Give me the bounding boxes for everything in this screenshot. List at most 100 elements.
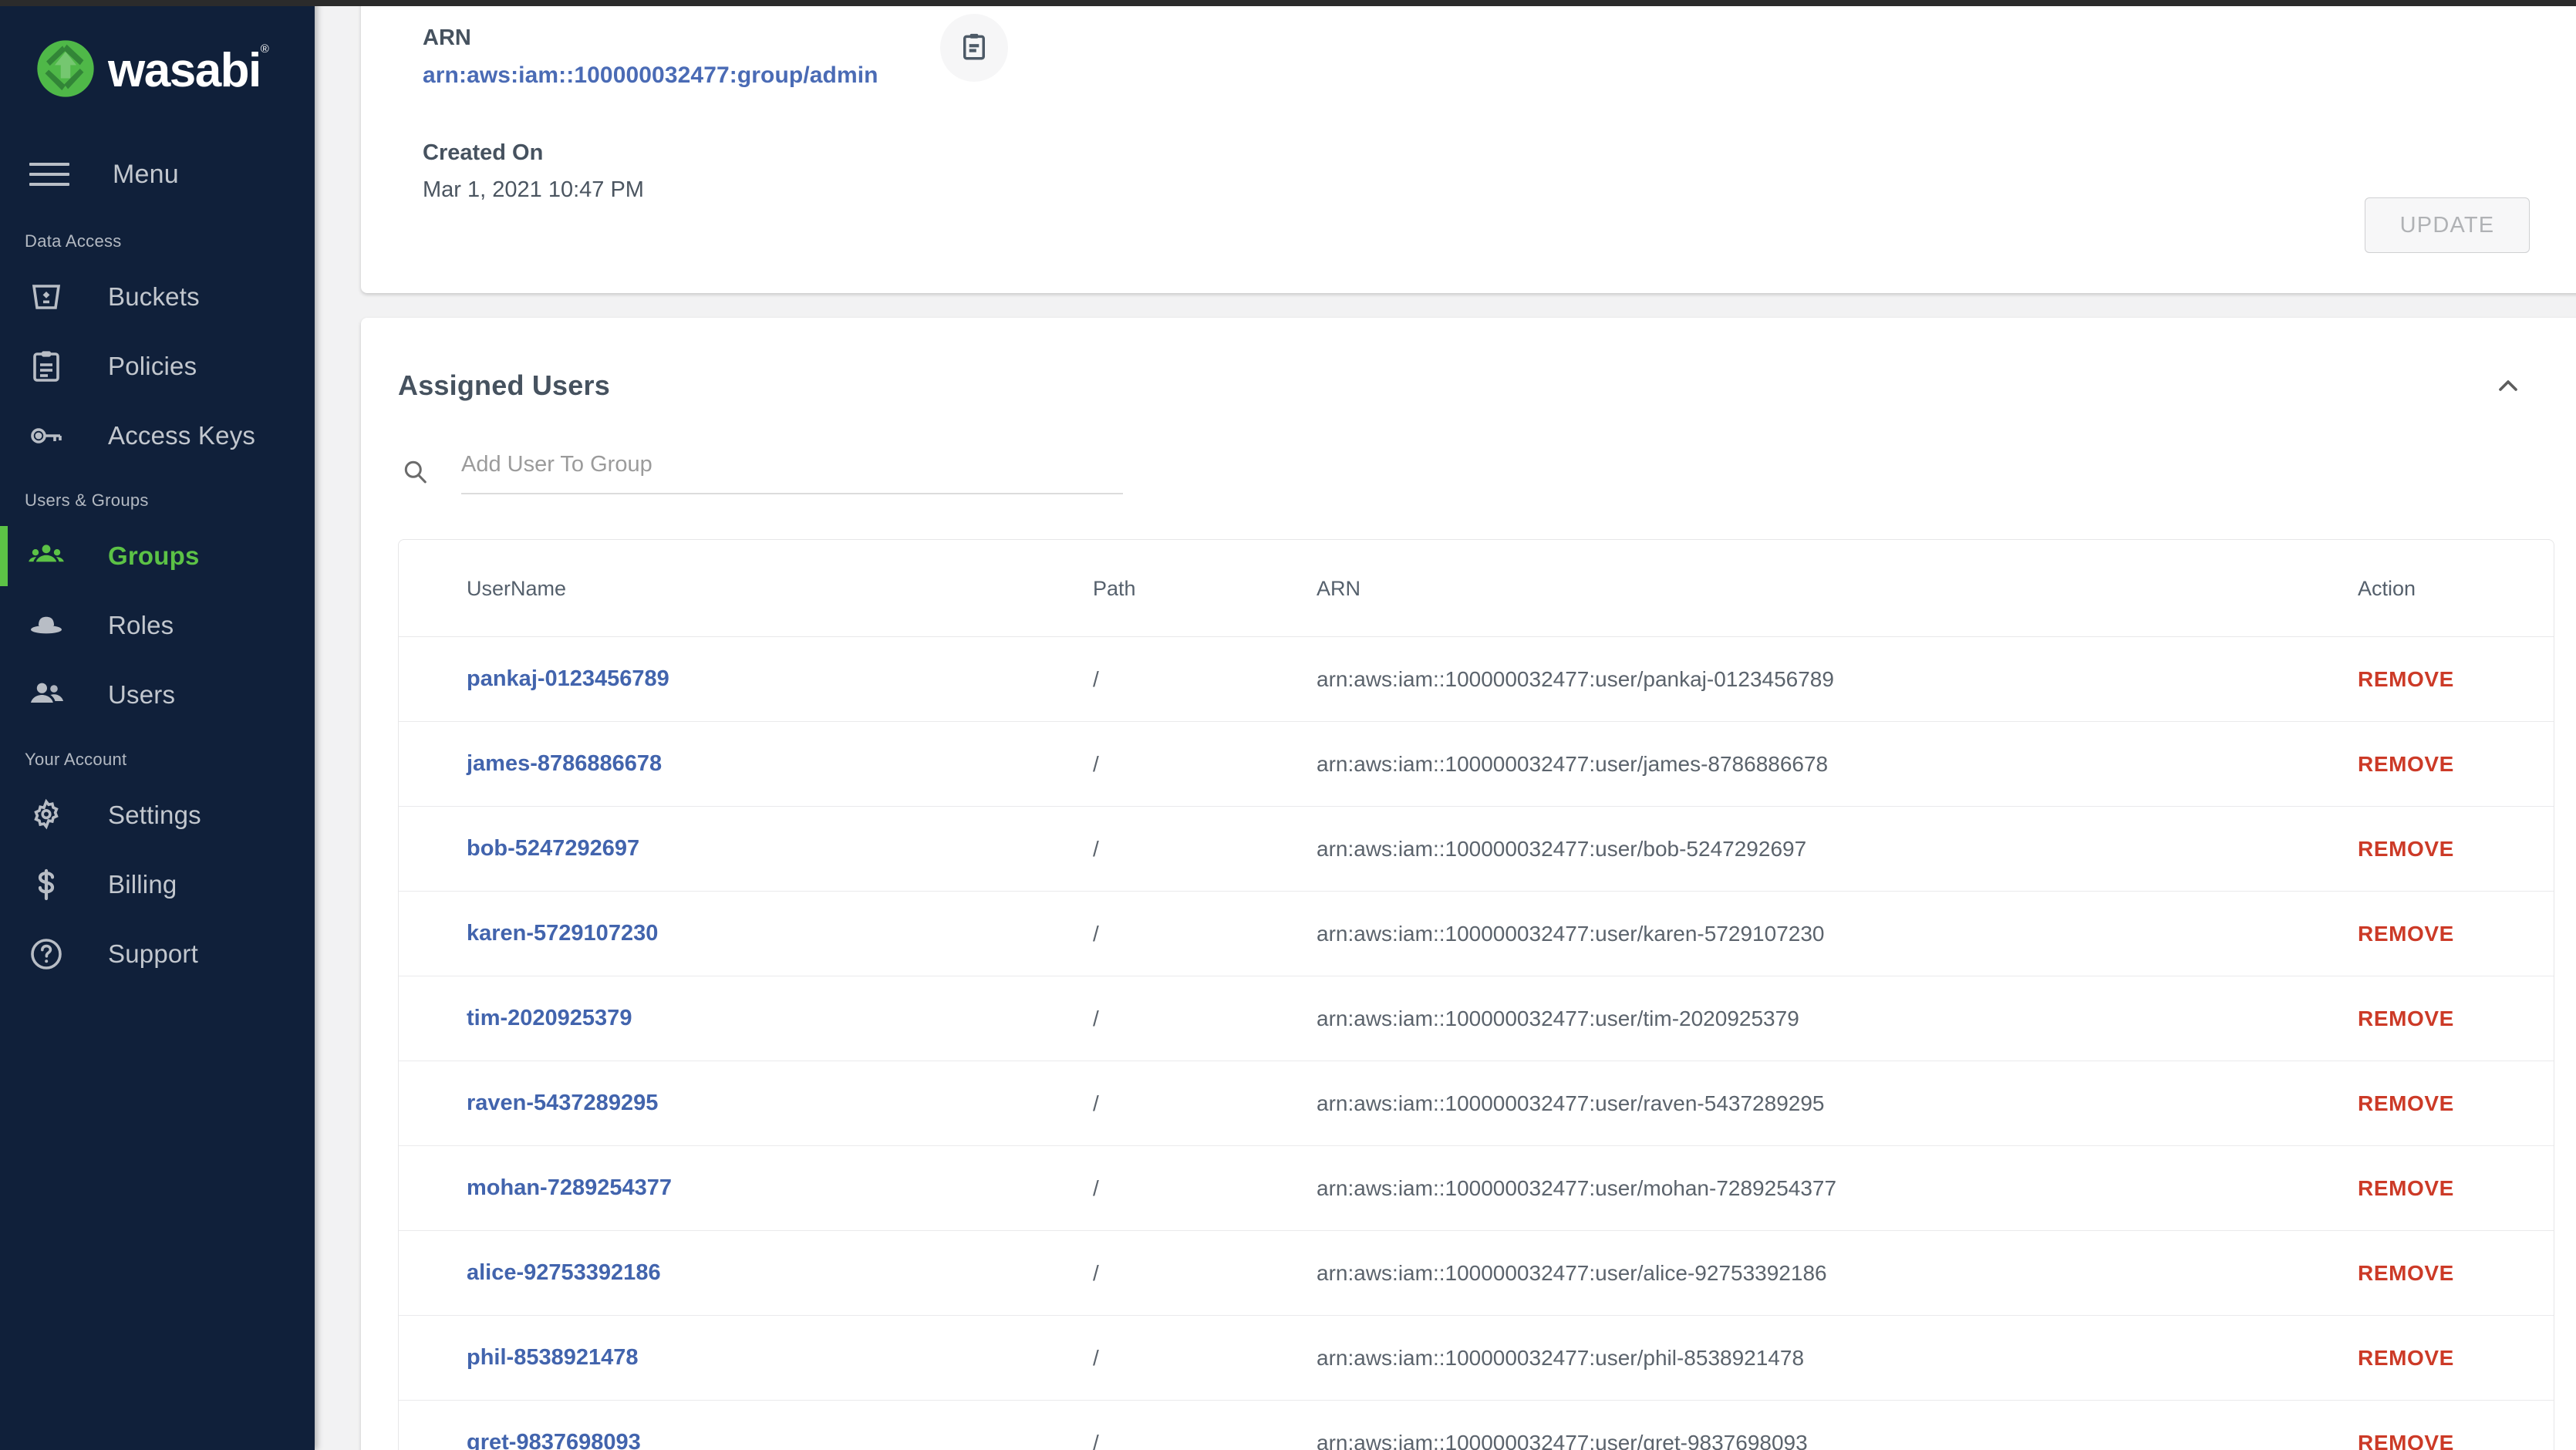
user-link[interactable]: pankaj-0123456789 bbox=[467, 666, 669, 691]
search-icon bbox=[398, 454, 432, 488]
user-link[interactable]: james-8786886678 bbox=[467, 751, 662, 776]
sidebar-item-policies[interactable]: Policies bbox=[0, 332, 315, 401]
cell-username: raven-5437289295 bbox=[399, 1061, 1093, 1146]
group-detail-card: ARN arn:aws:iam::100000032477:group/admi… bbox=[361, 0, 2576, 293]
collapse-section-button[interactable] bbox=[2487, 364, 2530, 407]
assigned-users-header: Assigned Users bbox=[361, 318, 2576, 407]
user-link[interactable]: alice-92753392186 bbox=[467, 1260, 661, 1285]
main-content: ARN arn:aws:iam::100000032477:group/admi… bbox=[315, 0, 2576, 1450]
column-header-path: Path bbox=[1093, 540, 1317, 637]
nav-section-users-groups-label: Users & Groups bbox=[25, 491, 149, 510]
arn-label: ARN bbox=[423, 25, 471, 50]
sidebar-item-billing[interactable]: Billing bbox=[0, 850, 315, 919]
dollar-icon bbox=[25, 863, 68, 906]
user-link[interactable]: karen-5729107230 bbox=[467, 921, 658, 946]
cell-path: / bbox=[1093, 1230, 1317, 1316]
cell-path: / bbox=[1093, 1061, 1317, 1146]
cell-path: / bbox=[1093, 1400, 1317, 1450]
cell-arn: arn:aws:iam::100000032477:user/phil-8538… bbox=[1317, 1315, 2358, 1401]
cell-path: / bbox=[1093, 1315, 1317, 1401]
user-link[interactable]: raven-5437289295 bbox=[467, 1091, 658, 1115]
user-link[interactable]: tim-2020925379 bbox=[467, 1006, 632, 1030]
remove-user-button[interactable]: REMOVE bbox=[2358, 1007, 2454, 1030]
cell-action: REMOVE bbox=[2358, 1145, 2554, 1231]
sidebar-item-label: Roles bbox=[108, 611, 174, 639]
cell-action: REMOVE bbox=[2358, 721, 2554, 807]
table-row: mohan-7289254377 /arn:aws:iam::1000000324… bbox=[399, 1145, 2554, 1231]
arn-block: ARN arn:aws:iam::100000032477:group/admi… bbox=[423, 25, 878, 89]
cell-path: / bbox=[1093, 806, 1317, 892]
remove-user-button[interactable]: REMOVE bbox=[2358, 837, 2454, 861]
cell-arn: arn:aws:iam::100000032477:user/bob-52472… bbox=[1317, 806, 2358, 892]
user-link[interactable]: bob-5247292697 bbox=[467, 836, 639, 861]
cell-username: karen-5729107230 bbox=[399, 891, 1093, 976]
wasabi-leaf-logo-icon bbox=[35, 39, 96, 99]
created-on-block: Created On Mar 1, 2021 10:47 PM bbox=[423, 140, 2530, 203]
remove-user-button[interactable]: REMOVE bbox=[2358, 1091, 2454, 1115]
assigned-users-table: UserName Path ARN Action pankaj-01234567… bbox=[399, 540, 2554, 1450]
brand-logo[interactable]: wasabi® bbox=[0, 6, 315, 99]
created-on-value: Mar 1, 2021 10:47 PM bbox=[423, 177, 644, 202]
remove-user-button[interactable]: REMOVE bbox=[2358, 1431, 2454, 1450]
sidebar-item-label: Buckets bbox=[108, 282, 200, 311]
clipboard-icon bbox=[25, 345, 68, 388]
clipboard-copy-icon bbox=[958, 31, 990, 66]
hat-icon bbox=[25, 604, 68, 647]
sidebar-item-support[interactable]: Support bbox=[0, 919, 315, 989]
table-row: gret-9837698093 /arn:aws:iam::10000003247… bbox=[399, 1400, 2554, 1450]
cell-username: alice-92753392186 bbox=[399, 1230, 1093, 1316]
menu-toggle[interactable]: Menu bbox=[0, 137, 315, 211]
remove-user-button[interactable]: REMOVE bbox=[2358, 1346, 2454, 1370]
table-row: bob-5247292697 /arn:aws:iam::100000032477… bbox=[399, 806, 2554, 892]
remove-user-button[interactable]: REMOVE bbox=[2358, 1176, 2454, 1200]
cell-action: REMOVE bbox=[2358, 1061, 2554, 1146]
arn-row: ARN arn:aws:iam::100000032477:group/admi… bbox=[423, 14, 2530, 89]
remove-user-button[interactable]: REMOVE bbox=[2358, 752, 2454, 776]
sidebar-item-label: Users bbox=[108, 680, 176, 709]
cell-arn: arn:aws:iam::100000032477:user/pankaj-01… bbox=[1317, 636, 2358, 722]
cell-arn: arn:aws:iam::100000032477:user/karen-572… bbox=[1317, 891, 2358, 976]
arn-value-link[interactable]: arn:aws:iam::100000032477:group/admin bbox=[423, 62, 878, 89]
cell-path: / bbox=[1093, 1145, 1317, 1231]
update-button[interactable]: UPDATE bbox=[2365, 197, 2530, 253]
column-header-arn: ARN bbox=[1317, 540, 2358, 637]
table-body: pankaj-0123456789/arn:aws:iam::100000032… bbox=[399, 636, 2554, 1450]
sidebar-item-access-keys[interactable]: Access Keys bbox=[0, 401, 315, 470]
remove-user-button[interactable]: REMOVE bbox=[2358, 922, 2454, 946]
key-icon bbox=[25, 414, 68, 457]
remove-user-button[interactable]: REMOVE bbox=[2358, 1261, 2454, 1285]
sidebar-item-users[interactable]: Users bbox=[0, 660, 315, 730]
table-row: pankaj-0123456789 /arn:aws:iam::100000032… bbox=[399, 636, 2554, 722]
cell-arn: arn:aws:iam::100000032477:user/james-878… bbox=[1317, 721, 2358, 807]
cell-arn: arn:aws:iam::100000032477:user/raven-543… bbox=[1317, 1061, 2358, 1146]
user-link[interactable]: phil-8538921478 bbox=[467, 1345, 638, 1370]
table-row: james-8786886678 /arn:aws:iam::1000000324… bbox=[399, 721, 2554, 807]
cell-action: REMOVE bbox=[2358, 636, 2554, 722]
assigned-users-title: Assigned Users bbox=[398, 369, 610, 401]
hamburger-icon[interactable] bbox=[29, 154, 69, 194]
users-icon bbox=[25, 673, 68, 717]
chevron-up-icon bbox=[2493, 370, 2524, 401]
created-on-label: Created On bbox=[423, 140, 544, 165]
sidebar-item-groups[interactable]: Groups bbox=[0, 521, 315, 591]
remove-user-button[interactable]: REMOVE bbox=[2358, 667, 2454, 691]
sidebar-item-roles[interactable]: Roles bbox=[0, 591, 315, 660]
user-link[interactable]: gret-9837698093 bbox=[467, 1430, 641, 1450]
cell-path: / bbox=[1093, 721, 1317, 807]
cell-action: REMOVE bbox=[2358, 1400, 2554, 1450]
sidebar-item-buckets[interactable]: Buckets bbox=[0, 262, 315, 332]
cell-action: REMOVE bbox=[2358, 1230, 2554, 1316]
column-header-action: Action bbox=[2358, 540, 2554, 637]
user-link[interactable]: mohan-7289254377 bbox=[467, 1175, 672, 1200]
table-header-row: UserName Path ARN Action bbox=[399, 540, 2554, 637]
add-user-search-input[interactable] bbox=[461, 447, 1123, 494]
cell-username: pankaj-0123456789 bbox=[399, 636, 1093, 722]
sidebar-item-settings[interactable]: Settings bbox=[0, 781, 315, 850]
cell-action: REMOVE bbox=[2358, 891, 2554, 976]
column-header-username: UserName bbox=[399, 540, 1093, 637]
cell-path: / bbox=[1093, 636, 1317, 722]
groups-icon bbox=[25, 534, 68, 578]
cell-action: REMOVE bbox=[2358, 806, 2554, 892]
copy-arn-button[interactable] bbox=[939, 14, 1008, 82]
question-circle-icon bbox=[25, 932, 68, 976]
